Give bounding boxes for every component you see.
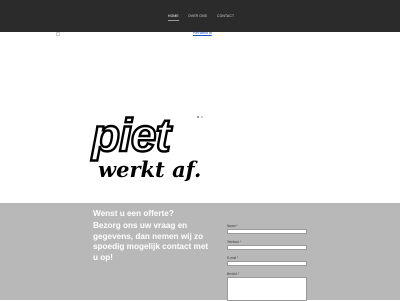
name-label: Naam * [227,224,238,228]
email-field[interactable] [227,261,307,266]
nav-item-home[interactable]: HOME [168,14,179,21]
contact-section: Wenst u een offerte? Bezorg ons uw vraag… [0,203,400,301]
message-label: Bericht * [227,272,240,276]
main-nav: HOME OVER ONS CONTACT [0,14,400,21]
piet-werkt-af-logo: piet werkt af. [88,105,213,185]
phone-label: Telefoon * [227,240,242,244]
contact-heading: Wenst u een offerte? [93,209,174,218]
broken-image-icon [56,32,60,36]
carousel-dot[interactable] [197,116,199,118]
message-field[interactable] [227,277,307,301]
carousel-dot[interactable] [201,116,203,118]
name-field[interactable] [227,229,307,234]
logo-text-piet: piet [90,109,172,161]
phone-field[interactable] [227,245,307,250]
top-navigation-bar: HOME OVER ONS CONTACT [0,0,400,32]
top-link-piet-werkt-af[interactable]: Piet werkt af [193,31,212,35]
contact-text: Bezorg ons uw vraag en gegevens, dan nem… [93,221,209,262]
nav-item-over-ons[interactable]: OVER ONS [188,14,207,18]
logo-text-werkt-af: werkt af. [98,157,201,182]
nav-item-contact[interactable]: CONTACT [217,14,234,18]
email-label: E-mail * [227,256,239,260]
